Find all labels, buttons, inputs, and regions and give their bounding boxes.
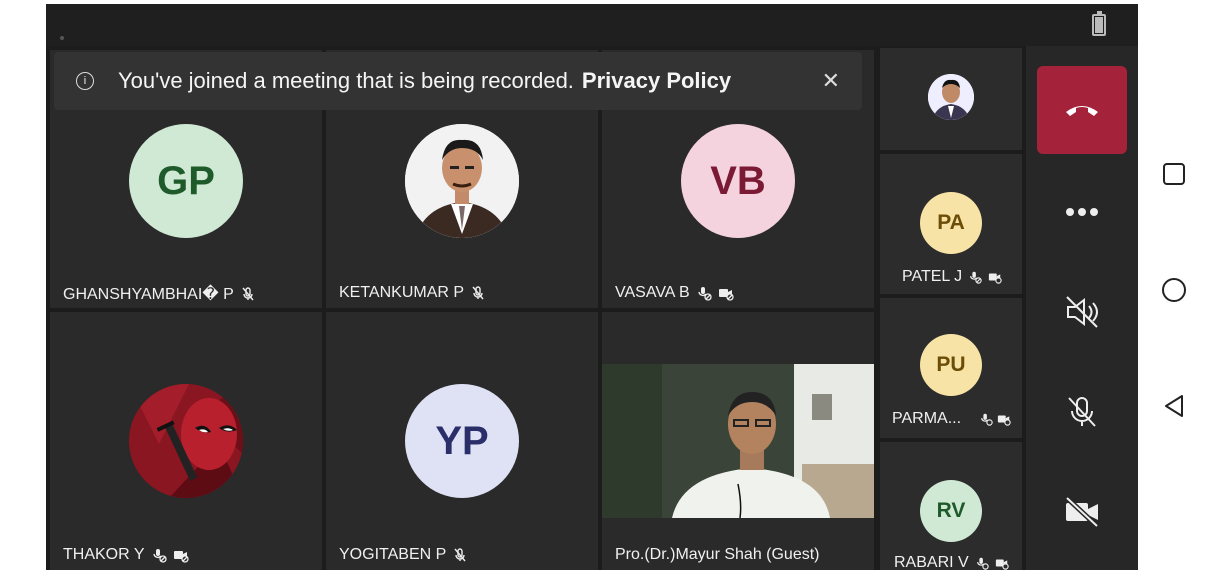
video-off-icon <box>173 547 189 563</box>
participant-name: RABARI V <box>894 554 969 570</box>
video-off-icon <box>997 412 1011 426</box>
video-off-icon <box>718 285 734 301</box>
participant-tile[interactable]: YP YOGITABEN P <box>326 312 598 570</box>
participant-name-label: GHANSHYAMBHAI� P <box>63 284 256 304</box>
privacy-policy-link[interactable]: Privacy Policy <box>582 68 731 94</box>
teams-meeting-screen: GP GHANSHYAMBHAI� P KETANKUMAR P VB VASA… <box>46 4 1138 570</box>
phone-hangup-icon <box>1066 106 1098 116</box>
profile-photo-avatar <box>928 74 974 120</box>
avatar: GP <box>129 124 243 238</box>
video-off-icon <box>1065 496 1099 528</box>
side-participant-tile[interactable]: RV RABARI V <box>880 442 1022 570</box>
mic-off-icon <box>240 286 256 302</box>
hang-up-button[interactable] <box>1037 66 1127 154</box>
side-participant-tile[interactable]: PU PARMA... <box>880 298 1022 438</box>
participant-name-label: Pro.(Dr.)Mayur Shah (Guest) <box>615 546 820 564</box>
video-off-icon <box>988 270 1002 284</box>
avatar: VB <box>681 124 795 238</box>
participant-name: PATEL J <box>902 268 963 285</box>
video-off-icon <box>995 556 1009 570</box>
mic-off-icon <box>151 547 167 563</box>
status-dot <box>60 36 64 40</box>
participant-name-label: PATEL J <box>902 268 1002 286</box>
mic-off-icon <box>968 270 982 284</box>
avatar: YP <box>405 384 519 498</box>
speaker-off-button[interactable] <box>1062 292 1102 332</box>
triangle-back-icon <box>1165 395 1183 417</box>
battery-icon <box>1092 11 1106 36</box>
avatar: RV <box>920 480 982 542</box>
participant-tile[interactable]: THAKOR Y <box>50 312 322 570</box>
participant-name-label: YOGITABEN P <box>339 546 468 564</box>
home-button[interactable] <box>1160 276 1188 304</box>
participant-name: PARMA... <box>892 410 962 427</box>
participant-tile-video[interactable]: Pro.(Dr.)Mayur Shah (Guest) <box>602 312 874 570</box>
phone-frame: GP GHANSHYAMBHAI� P KETANKUMAR P VB VASA… <box>0 0 1205 574</box>
participant-name: Pro.(Dr.)Mayur Shah (Guest) <box>615 546 820 563</box>
mute-button[interactable] <box>1062 392 1102 432</box>
avatar: PA <box>920 192 982 254</box>
more-icon <box>1066 208 1098 216</box>
participant-name: YOGITABEN P <box>339 546 447 563</box>
status-bar <box>46 4 1138 46</box>
recording-banner: i You've joined a meeting that is being … <box>54 52 862 110</box>
deadpool-avatar <box>129 384 243 498</box>
back-button[interactable] <box>1160 392 1188 420</box>
close-icon[interactable]: ✕ <box>822 68 840 94</box>
mic-off-icon <box>1068 397 1096 427</box>
mic-off-icon <box>470 285 486 301</box>
recents-button[interactable] <box>1160 160 1188 188</box>
participant-name: GHANSHYAMBHAI� P <box>63 286 234 303</box>
avatar: PU <box>920 334 982 396</box>
side-participant-tile[interactable] <box>880 48 1022 150</box>
participant-name-label: THAKOR Y <box>63 546 189 564</box>
live-video-feed <box>602 364 874 518</box>
mic-off-icon <box>979 412 993 426</box>
mic-off-icon <box>696 285 712 301</box>
participant-name: KETANKUMAR P <box>339 284 465 301</box>
participant-name: THAKOR Y <box>63 546 145 563</box>
profile-photo-avatar <box>405 124 519 238</box>
info-icon: i <box>76 72 94 90</box>
mic-off-icon <box>975 556 989 570</box>
circle-icon <box>1162 278 1186 302</box>
square-icon <box>1163 163 1185 185</box>
participant-name-label: VASAVA B <box>615 284 734 302</box>
mic-off-icon <box>452 547 468 563</box>
participant-name: VASAVA B <box>615 284 690 301</box>
call-controls <box>1026 46 1138 570</box>
participant-name-label: KETANKUMAR P <box>339 284 486 302</box>
side-participant-tile[interactable]: PA PATEL J <box>880 154 1022 294</box>
participant-name-label: RABARI V <box>894 554 1009 570</box>
speaker-off-icon <box>1066 296 1098 328</box>
banner-message: You've joined a meeting that is being re… <box>118 68 574 93</box>
participant-name-label: PARMA... <box>892 410 1011 428</box>
camera-off-button[interactable] <box>1062 492 1102 532</box>
more-options-button[interactable] <box>1062 192 1102 232</box>
